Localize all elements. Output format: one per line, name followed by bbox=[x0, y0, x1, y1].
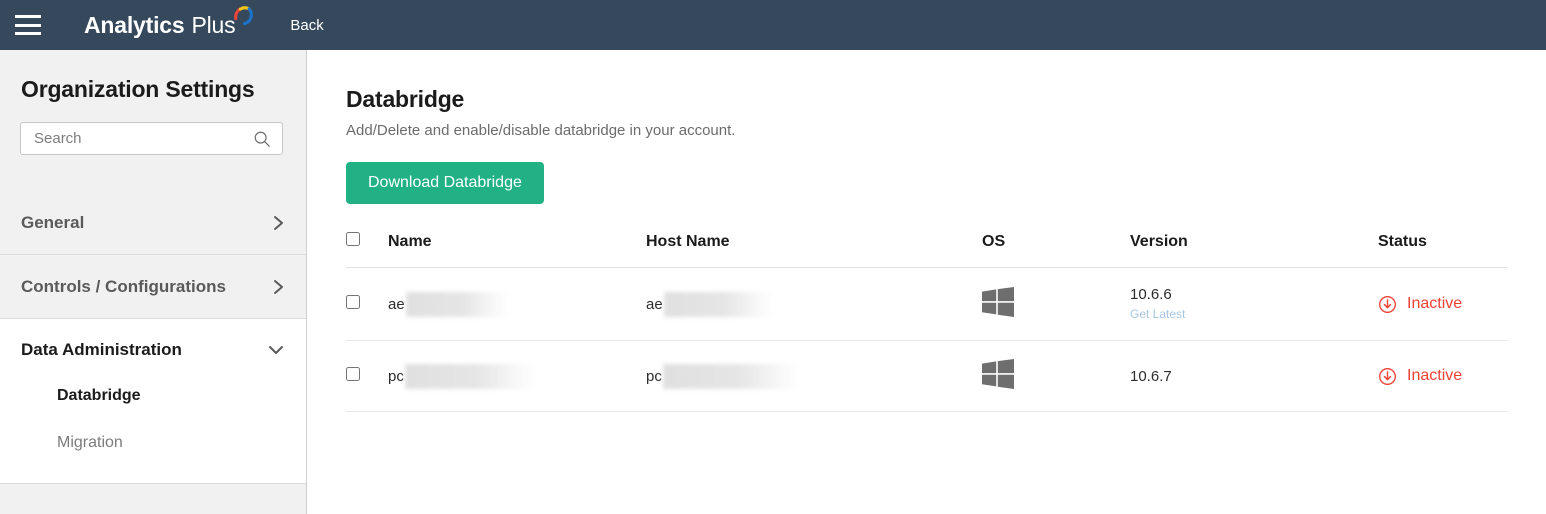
column-header-os[interactable]: OS bbox=[982, 232, 1130, 268]
version-value: 10.6.7 bbox=[1130, 367, 1172, 385]
select-all-checkbox[interactable] bbox=[346, 232, 360, 246]
redacted-name bbox=[405, 291, 510, 317]
chevron-down-icon[interactable] bbox=[267, 344, 306, 356]
row-checkbox[interactable] bbox=[346, 367, 360, 381]
sidebar-title: Organization Settings bbox=[21, 76, 255, 102]
windows-icon bbox=[982, 287, 1014, 317]
redacted-hostname bbox=[663, 291, 774, 317]
hamburger-line bbox=[15, 23, 41, 27]
page-subtitle: Add/Delete and enable/disable databridge… bbox=[346, 122, 736, 139]
cell-name: pc bbox=[388, 340, 646, 412]
table-row: pc pc 10.6.7 Inactive bbox=[346, 340, 1508, 412]
cell-hostname: pc bbox=[646, 340, 982, 412]
sidebar-item-general[interactable]: General bbox=[0, 191, 306, 254]
select-all-cell[interactable] bbox=[346, 232, 388, 268]
sidebar-item-migration[interactable]: Migration bbox=[0, 428, 306, 458]
app-logo[interactable]: Analytics Plus bbox=[84, 5, 254, 39]
top-bar: Analytics Plus Back bbox=[0, 0, 1546, 50]
sidebar-item-label: General bbox=[21, 212, 85, 232]
column-header-status[interactable]: Status bbox=[1378, 232, 1508, 268]
download-databridge-button[interactable]: Download Databridge bbox=[346, 162, 544, 204]
name-prefix: pc bbox=[388, 367, 404, 385]
windows-icon bbox=[982, 359, 1014, 389]
sidebar-item-data-administration[interactable]: Data Administration bbox=[0, 319, 306, 381]
name-prefix: ae bbox=[388, 295, 405, 313]
column-header-version[interactable]: Version bbox=[1130, 232, 1378, 268]
table-header-row: Name Host Name OS Version Status bbox=[346, 232, 1508, 268]
download-circle-icon bbox=[1379, 367, 1396, 385]
hamburger-line bbox=[15, 32, 41, 35]
redacted-name bbox=[404, 363, 537, 389]
search-box[interactable] bbox=[20, 122, 283, 155]
sidebar-item-databridge[interactable]: Databridge bbox=[0, 381, 306, 411]
back-link[interactable]: Back bbox=[290, 17, 323, 34]
version-value: 10.6.6 bbox=[1130, 286, 1172, 303]
brand-name-primary: Analytics bbox=[84, 11, 185, 38]
row-select-cell[interactable] bbox=[346, 340, 388, 412]
main-content: Databridge Add/Delete and enable/disable… bbox=[308, 50, 1546, 514]
cell-os bbox=[982, 340, 1130, 412]
column-header-hostname[interactable]: Host Name bbox=[646, 232, 982, 268]
row-checkbox[interactable] bbox=[346, 295, 360, 309]
sidebar-group-data-administration: Data Administration Databridge Migration bbox=[0, 318, 306, 484]
sidebar-item-label: Data Administration bbox=[21, 340, 182, 359]
cell-os bbox=[982, 267, 1130, 341]
sidebar-item-controls-configurations[interactable]: Controls / Configurations bbox=[0, 254, 306, 318]
cell-status: Inactive bbox=[1378, 267, 1508, 341]
chevron-right-icon[interactable] bbox=[273, 214, 306, 232]
status-badge: Inactive bbox=[1407, 295, 1463, 312]
hamburger-line bbox=[15, 15, 41, 18]
databridge-table: Name Host Name OS Version Status ae ae 1… bbox=[346, 232, 1508, 412]
cell-version: 10.6.7 bbox=[1130, 340, 1378, 412]
host-prefix: pc bbox=[646, 367, 662, 385]
get-latest-link[interactable]: Get Latest bbox=[1130, 307, 1185, 321]
host-prefix: ae bbox=[646, 295, 663, 313]
download-circle-icon bbox=[1379, 295, 1396, 313]
sidebar-item-label: Controls / Configurations bbox=[21, 276, 226, 296]
column-header-name[interactable]: Name bbox=[388, 232, 646, 268]
sidebar: Organization Settings General Controls /… bbox=[0, 50, 307, 514]
table-row: ae ae 10.6.6 Get Latest Inactive bbox=[346, 267, 1508, 341]
logo-arc-icon bbox=[234, 5, 254, 25]
brand-name-secondary: Plus bbox=[191, 11, 236, 38]
hamburger-icon[interactable] bbox=[15, 15, 41, 35]
sidebar-bottom-strip bbox=[0, 497, 307, 514]
chevron-right-icon[interactable] bbox=[273, 278, 306, 296]
cell-status: Inactive bbox=[1378, 340, 1508, 412]
cell-version: 10.6.6 Get Latest bbox=[1130, 267, 1378, 341]
row-select-cell[interactable] bbox=[346, 267, 388, 341]
status-badge: Inactive bbox=[1407, 367, 1463, 384]
search-input[interactable] bbox=[21, 123, 236, 154]
redacted-hostname bbox=[662, 363, 801, 389]
page-title: Databridge bbox=[346, 86, 465, 112]
cell-name: ae bbox=[388, 267, 646, 341]
search-icon[interactable] bbox=[253, 130, 271, 148]
cell-hostname: ae bbox=[646, 267, 982, 341]
